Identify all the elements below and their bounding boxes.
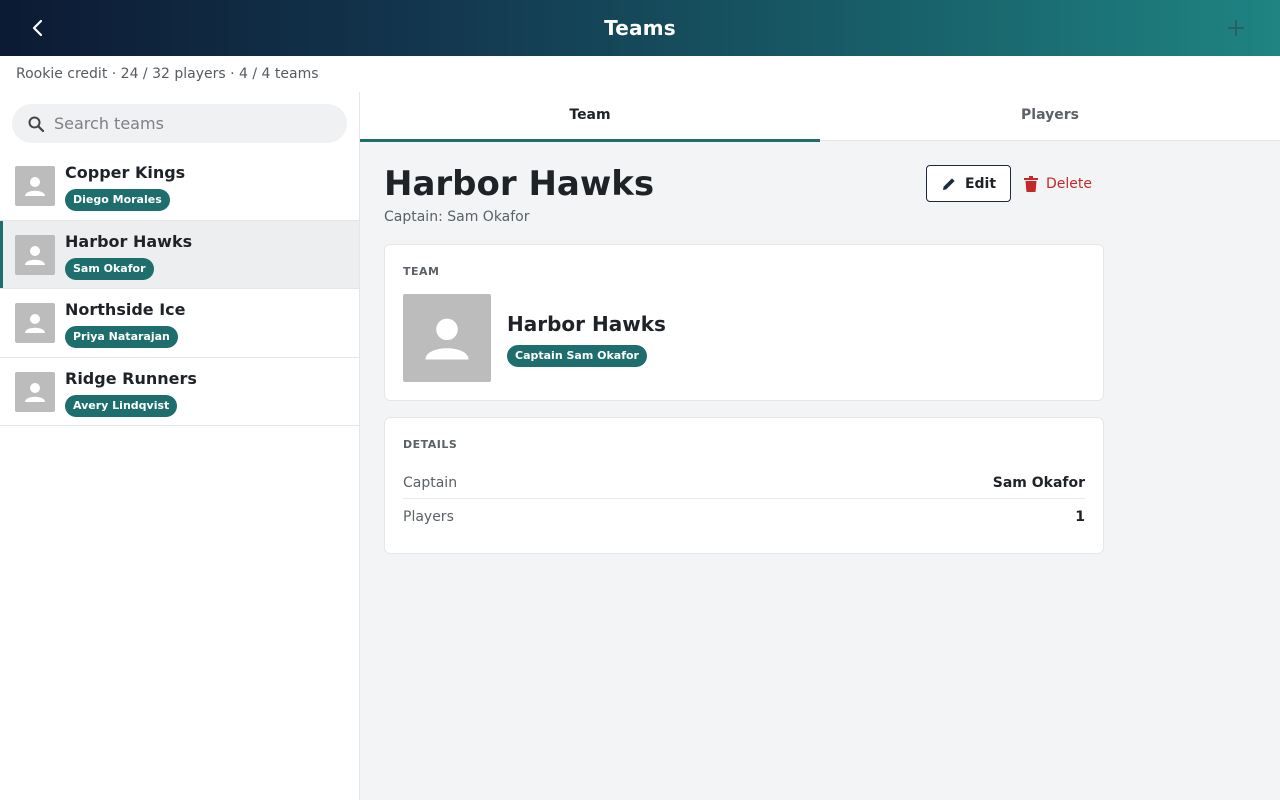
team-name: Harbor Hawks <box>65 231 193 251</box>
captain-badge: Diego Morales <box>65 189 170 211</box>
search-box <box>12 104 347 143</box>
person-icon <box>25 314 45 333</box>
team-list-item[interactable]: Northside Ice Priya Natarajan <box>0 289 359 358</box>
team-subtitle: Captain: Sam Okafor <box>384 209 530 225</box>
tab-bar: Team Players <box>360 92 1280 142</box>
avatar <box>15 371 55 412</box>
detail-value: Sam Okafor <box>992 475 1085 491</box>
add-team-button[interactable] <box>1222 14 1250 42</box>
captain-badge: Sam Okafor <box>65 257 154 280</box>
team-list: Copper Kings Diego Morales Harbor Hawks … <box>0 152 359 426</box>
edit-label: Edit <box>964 175 997 192</box>
team-name: Ridge Runners <box>65 368 197 388</box>
team-card-label: TEAM <box>403 265 440 278</box>
team-list-item[interactable]: Copper Kings Diego Morales <box>0 152 359 221</box>
detail-value: 1 <box>1075 509 1085 525</box>
captain-badge: Captain Sam Okafor <box>507 345 647 367</box>
person-icon <box>425 318 469 360</box>
delete-label: Delete <box>1046 175 1092 192</box>
detail-row-players: Players 1 <box>403 500 1085 533</box>
team-list-item[interactable]: Ridge Runners Avery Lindqvist <box>0 358 359 426</box>
details-card: DETAILS Captain Sam Okafor Players 1 <box>384 417 1104 554</box>
team-card-name: Harbor Hawks <box>507 312 666 336</box>
detail-key: Players <box>403 509 454 525</box>
plus-icon <box>1228 20 1244 36</box>
roster-summary: Rookie credit · 24 / 32 players · 4 / 4 … <box>16 66 319 82</box>
team-list-item[interactable]: Harbor Hawks Sam Okafor <box>0 220 359 289</box>
details-card-label: DETAILS <box>403 438 458 451</box>
summary-bar: Rookie credit · 24 / 32 players · 4 / 4 … <box>0 56 1280 92</box>
team-name: Copper Kings <box>65 163 186 182</box>
captain-badge: Avery Lindqvist <box>65 394 178 417</box>
avatar <box>15 166 55 206</box>
tab-players[interactable]: Players <box>820 92 1280 141</box>
captain-badge: Priya Natarajan <box>65 326 178 348</box>
team-name: Northside Ice <box>65 300 186 319</box>
avatar <box>15 234 55 275</box>
app-bar: Teams <box>0 0 1280 56</box>
detail-key: Captain <box>403 475 458 491</box>
team-avatar <box>403 294 491 382</box>
person-icon <box>25 382 45 402</box>
team-title: Harbor Hawks <box>384 164 655 204</box>
search-icon <box>28 116 45 133</box>
team-detail-panel: Team Players Harbor Hawks Captain: Sam O… <box>360 92 1280 800</box>
search-input[interactable] <box>54 104 334 143</box>
page-title: Teams <box>604 16 676 40</box>
team-card: TEAM Harbor Hawks Captain Sam Okafor <box>384 244 1104 401</box>
trash-icon <box>1024 175 1038 192</box>
person-icon <box>25 245 45 265</box>
detail-row-captain: Captain Sam Okafor <box>403 466 1085 499</box>
person-icon <box>25 177 45 196</box>
delete-button[interactable]: Delete <box>1024 165 1104 202</box>
tab-team[interactable]: Team <box>360 92 820 142</box>
team-sidebar: Copper Kings Diego Morales Harbor Hawks … <box>0 92 360 800</box>
pencil-icon <box>942 177 955 190</box>
avatar <box>15 303 55 343</box>
edit-button[interactable]: Edit <box>926 165 1011 202</box>
